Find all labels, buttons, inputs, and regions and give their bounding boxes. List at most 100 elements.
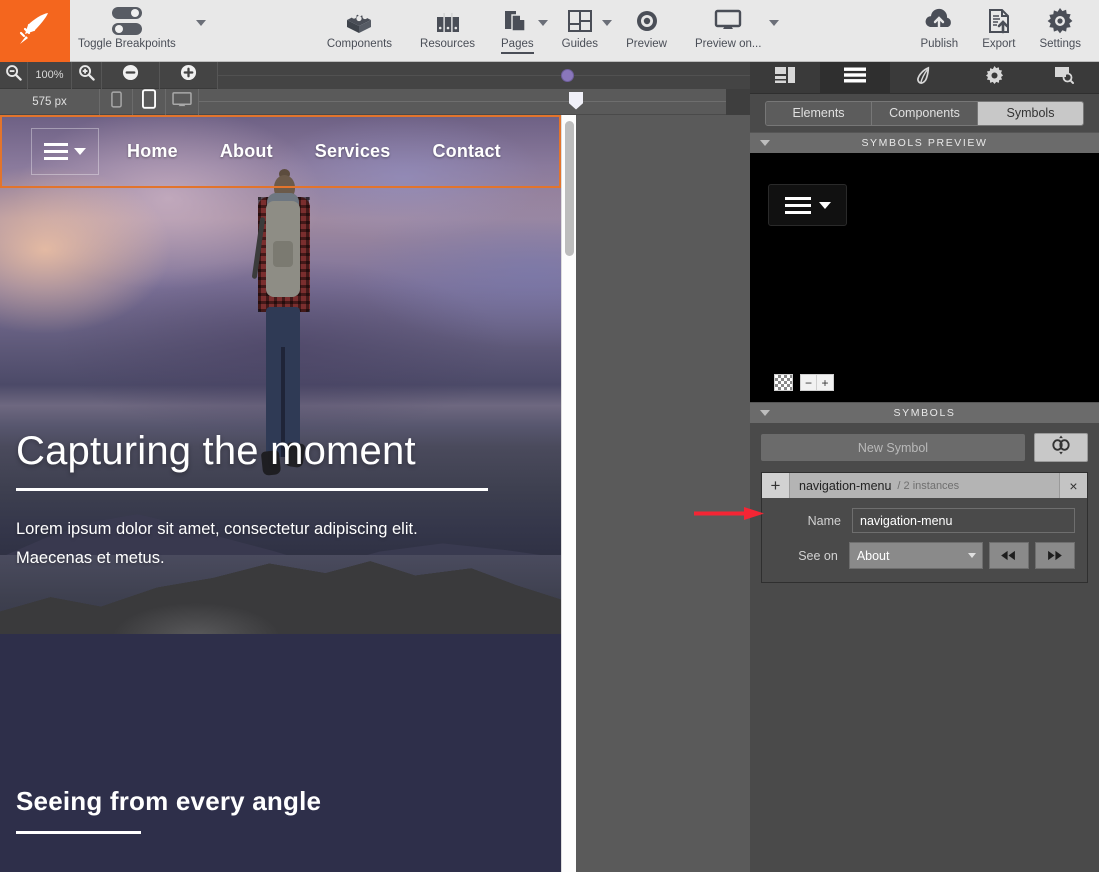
- link-chain-icon: [1050, 435, 1072, 460]
- collapse-triangle-icon[interactable]: [760, 410, 770, 416]
- preview-toolbar: − +: [774, 374, 834, 391]
- zoom-level-label[interactable]: 100%: [28, 61, 72, 89]
- toolbar-item-pages[interactable]: Pages: [489, 0, 548, 62]
- symbol-next-instance-button[interactable]: [1034, 542, 1075, 569]
- toolbar-label-settings: Settings: [1039, 38, 1081, 50]
- chevron-down-icon[interactable]: [537, 20, 548, 26]
- preview-nav-link-services[interactable]: Services: [834, 281, 895, 299]
- toolbar-label-components: Components: [326, 38, 393, 50]
- toolbar-label-pages: Pages: [501, 37, 534, 54]
- zoom-in-button[interactable]: [72, 61, 102, 89]
- chevron-down-icon[interactable]: [769, 20, 780, 26]
- panel-segmented-control: Elements Components Symbols: [765, 100, 1084, 126]
- site-nav-link-services[interactable]: Services: [315, 141, 391, 162]
- site-navigation-symbol[interactable]: Home About Services Contact: [0, 115, 561, 188]
- tab-elements[interactable]: Elements: [766, 101, 872, 125]
- zoom-out-button[interactable]: [0, 61, 28, 89]
- page-vertical-scrollbar[interactable]: [561, 115, 576, 872]
- preview-zoom-out-button[interactable]: −: [800, 374, 817, 391]
- breakpoint-handle[interactable]: [569, 91, 583, 110]
- site-nav-link-about[interactable]: About: [220, 141, 273, 162]
- tab-components[interactable]: Components: [872, 101, 978, 125]
- toolbar-item-preview-on[interactable]: Preview on...: [681, 0, 780, 62]
- chevron-down-icon[interactable]: [602, 20, 613, 26]
- hero-subtitle-line1: Lorem ipsum dolor sit amet, consectetur …: [16, 520, 418, 538]
- toolbar-item-resources[interactable]: Resources: [406, 0, 489, 62]
- symbol-name-input[interactable]: [852, 508, 1075, 533]
- breakpoint-bar: 575 px: [0, 88, 750, 115]
- device-desktop-button[interactable]: [166, 88, 199, 115]
- page-scroll-content: Home About Services Contact Capturing th…: [0, 115, 561, 872]
- canvas-width-label[interactable]: 575 px: [0, 88, 100, 115]
- symbol-item-title[interactable]: navigation-menu / 2 instances: [790, 473, 1059, 498]
- symbol-seeon-label: See on: [798, 548, 838, 563]
- hero-copy-block: Capturing the moment Lorem ipsum dolor s…: [16, 430, 536, 573]
- breakpoint-remove-button[interactable]: [102, 61, 160, 89]
- site-nav-link-home[interactable]: Home: [127, 141, 178, 162]
- tab-symbols[interactable]: Symbols: [978, 101, 1083, 125]
- settings-gear-icon: [1046, 5, 1074, 37]
- toolbar-item-toggle-breakpoints[interactable]: Toggle Breakpoints: [70, 0, 206, 62]
- magnifier-plus-icon: [78, 64, 95, 86]
- magnifier-minus-icon: [5, 64, 22, 86]
- hamburger-menu-icon: [44, 143, 68, 160]
- section-two-divider: [16, 831, 141, 834]
- site-menu-button[interactable]: [31, 128, 99, 175]
- hamburger-menu-icon: [784, 196, 811, 214]
- toolbar-item-components[interactable]: Components: [313, 0, 406, 62]
- toolbar-item-preview[interactable]: Preview: [612, 0, 681, 62]
- checkerboard-transparency-icon[interactable]: [774, 374, 793, 391]
- device-phone-large-button[interactable]: [133, 88, 166, 115]
- phone-small-icon: [110, 90, 122, 113]
- preview-nav-link-home[interactable]: Home: [851, 248, 894, 266]
- page-preview-frame[interactable]: Home About Services Contact Capturing th…: [0, 115, 561, 872]
- device-phone-small-button[interactable]: [100, 88, 133, 115]
- toolbar-right-group: Publish Export Settings: [908, 0, 1099, 62]
- panel-tab-list[interactable]: [819, 62, 890, 93]
- symbol-delete-button[interactable]: ×: [1059, 473, 1087, 498]
- circle-plus-icon: [180, 64, 197, 86]
- symbol-name-field-row: Name: [774, 508, 1075, 533]
- page-scrollbar-thumb[interactable]: [565, 121, 574, 256]
- breakpoint-add-button[interactable]: [160, 61, 218, 89]
- symbol-prev-instance-button[interactable]: [988, 542, 1029, 569]
- symbol-item-header[interactable]: + navigation-menu / 2 instances ×: [762, 473, 1087, 498]
- canvas-area[interactable]: Home About Services Contact Capturing th…: [0, 115, 750, 872]
- chevron-down-icon[interactable]: [195, 20, 206, 26]
- symbol-expand-button[interactable]: +: [762, 473, 790, 498]
- symbols-preview-header[interactable]: SYMBOLS PREVIEW: [750, 132, 1099, 153]
- symbols-preview-canvas[interactable]: Home About Services Contact − +: [750, 153, 1099, 402]
- panel-tab-style[interactable]: [890, 62, 960, 93]
- symbol-name-text: navigation-menu: [799, 478, 892, 493]
- link-symbol-button[interactable]: [1034, 433, 1088, 462]
- toolbar-label-resources: Resources: [420, 38, 476, 50]
- preview-monitor-icon: [713, 5, 743, 37]
- toolbar-item-export[interactable]: Export: [970, 0, 1027, 62]
- panel-tab-layout[interactable]: [750, 62, 820, 93]
- panel-tab-settings[interactable]: [959, 62, 1029, 93]
- toolbar-item-guides[interactable]: Guides: [548, 0, 613, 62]
- symbol-seeon-select[interactable]: About: [848, 542, 983, 569]
- preview-zoom-in-button[interactable]: +: [817, 374, 834, 391]
- site-nav-link-contact[interactable]: Contact: [432, 141, 500, 162]
- toolbar-item-publish[interactable]: Publish: [908, 0, 970, 62]
- new-symbol-button[interactable]: New Symbol: [761, 434, 1025, 461]
- symbols-section-header[interactable]: SYMBOLS: [750, 402, 1099, 423]
- toolbar-item-settings[interactable]: Settings: [1027, 0, 1093, 62]
- app-logo[interactable]: [0, 0, 70, 62]
- ruler-track-bottom[interactable]: [199, 89, 750, 115]
- collapse-triangle-icon[interactable]: [760, 140, 770, 146]
- phone-large-icon: [142, 89, 156, 114]
- preview-nav-link-about[interactable]: About: [950, 248, 992, 266]
- ruler-track-top[interactable]: [218, 61, 750, 89]
- preview-nav-link-contact[interactable]: Contact: [953, 281, 1008, 299]
- zoom-bar: 100%: [0, 61, 750, 89]
- purple-dot-marker[interactable]: [561, 68, 574, 82]
- panel-tab-inspect[interactable]: [1029, 62, 1099, 93]
- circle-minus-icon: [122, 64, 139, 86]
- site-nav-links: Home About Services Contact: [127, 141, 543, 162]
- section-two-title: Seeing from every angle: [16, 786, 322, 816]
- site-hero-section: Home About Services Contact Capturing th…: [0, 115, 561, 634]
- preview-menu-button[interactable]: [768, 184, 847, 226]
- resources-binders-icon: [434, 5, 462, 37]
